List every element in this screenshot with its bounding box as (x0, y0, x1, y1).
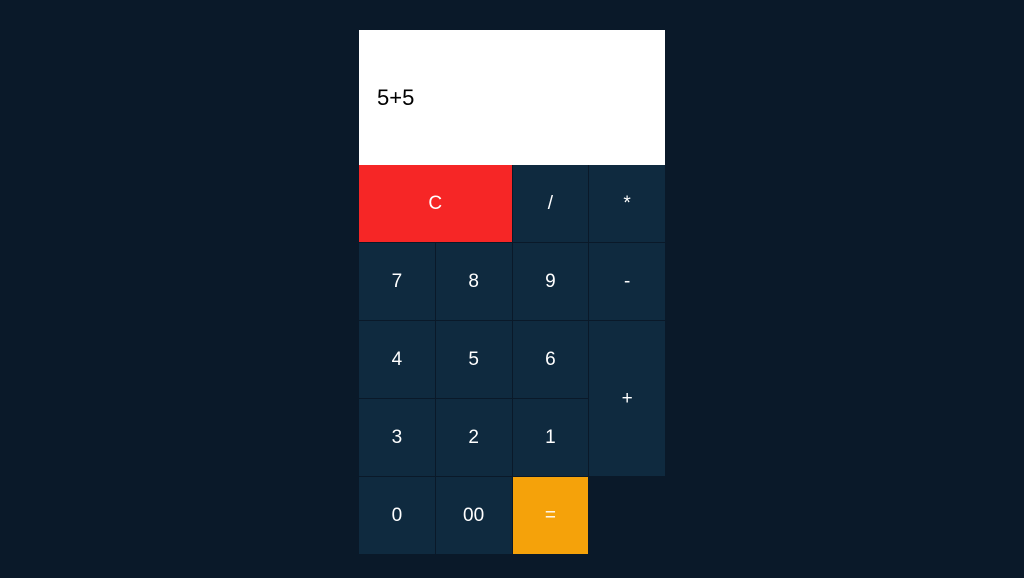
seven-button[interactable]: 7 (359, 243, 435, 320)
calculator: 5+5 C / * 7 8 9 - 4 5 6 + 3 2 1 0 00 = (359, 30, 665, 554)
zero-button[interactable]: 0 (359, 477, 435, 554)
four-button[interactable]: 4 (359, 321, 435, 398)
divide-button[interactable]: / (513, 165, 589, 242)
display: 5+5 (359, 30, 665, 165)
clear-button[interactable]: C (359, 165, 512, 242)
display-value: 5+5 (377, 85, 414, 111)
two-button[interactable]: 2 (436, 399, 512, 476)
six-button[interactable]: 6 (513, 321, 589, 398)
minus-button[interactable]: - (589, 243, 665, 320)
multiply-button[interactable]: * (589, 165, 665, 242)
keypad: C / * 7 8 9 - 4 5 6 + 3 2 1 0 00 = (359, 165, 665, 554)
equals-button[interactable]: = (513, 477, 589, 554)
nine-button[interactable]: 9 (513, 243, 589, 320)
three-button[interactable]: 3 (359, 399, 435, 476)
double-zero-button[interactable]: 00 (436, 477, 512, 554)
one-button[interactable]: 1 (513, 399, 589, 476)
eight-button[interactable]: 8 (436, 243, 512, 320)
plus-button[interactable]: + (589, 321, 665, 476)
five-button[interactable]: 5 (436, 321, 512, 398)
empty-cell (589, 477, 665, 554)
